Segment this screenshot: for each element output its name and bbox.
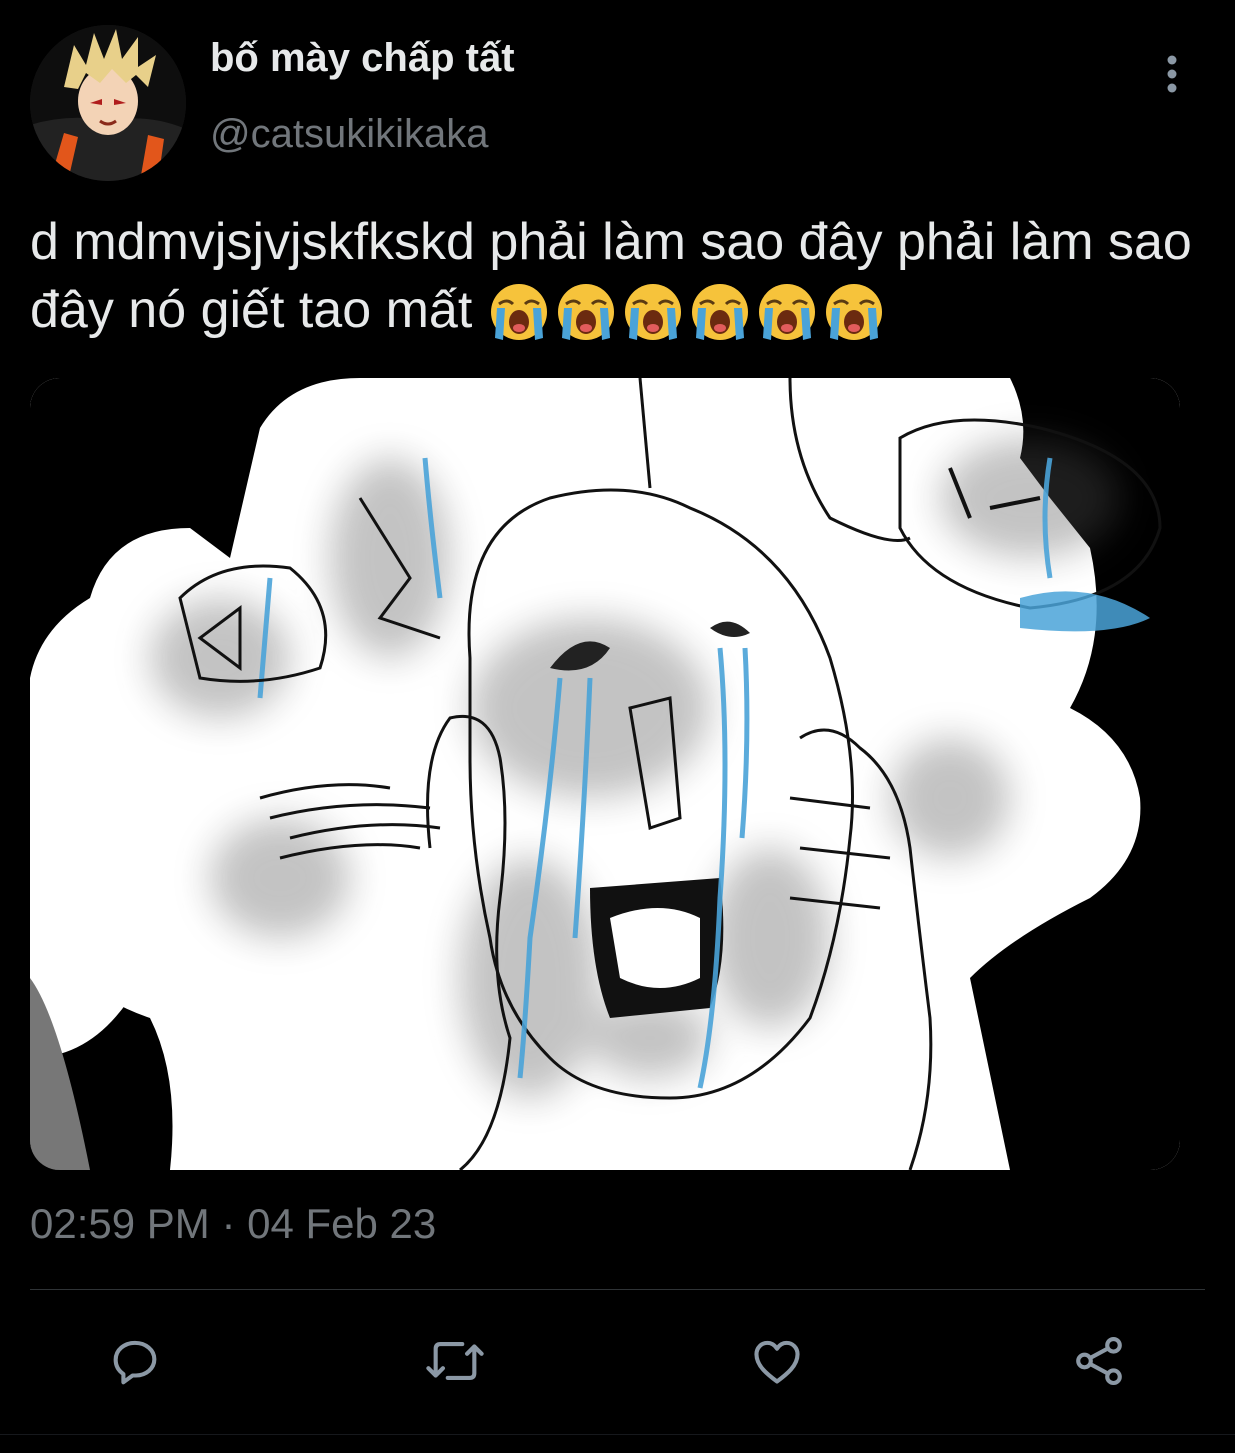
loudly-crying-face-icon [490,284,547,341]
divider [30,1289,1205,1290]
emoji-group [487,280,889,346]
avatar[interactable] [30,25,186,181]
tweet-image[interactable] [30,378,1180,1170]
loudly-crying-face-icon [557,284,614,341]
user-handle[interactable]: @catsukikikaka [210,112,488,157]
bottom-divider [0,1434,1235,1435]
more-options-button[interactable] [1150,52,1194,96]
loudly-crying-face-icon [758,284,815,341]
tweet-text: d mdmvjsjvjskfkskd phải làm sao đây phải… [30,208,1220,346]
more-vertical-icon [1167,55,1177,93]
tweet-timestamp[interactable]: 02:59 PM · 04 Feb 23 [30,1200,436,1248]
reply-button[interactable] [100,1326,170,1396]
like-button[interactable] [742,1326,812,1396]
crying-meme-drawing [30,378,1180,1170]
retweet-button[interactable] [420,1326,490,1396]
share-button[interactable] [1064,1326,1134,1396]
reply-icon [113,1340,157,1385]
share-icon [1076,1336,1122,1386]
loudly-crying-face-icon [624,284,681,341]
heart-icon [754,1340,800,1384]
display-name[interactable]: bố mày chấp tất [210,36,515,81]
loudly-crying-face-icon [825,284,882,341]
retweet-icon [426,1342,484,1380]
loudly-crying-face-icon [691,284,748,341]
